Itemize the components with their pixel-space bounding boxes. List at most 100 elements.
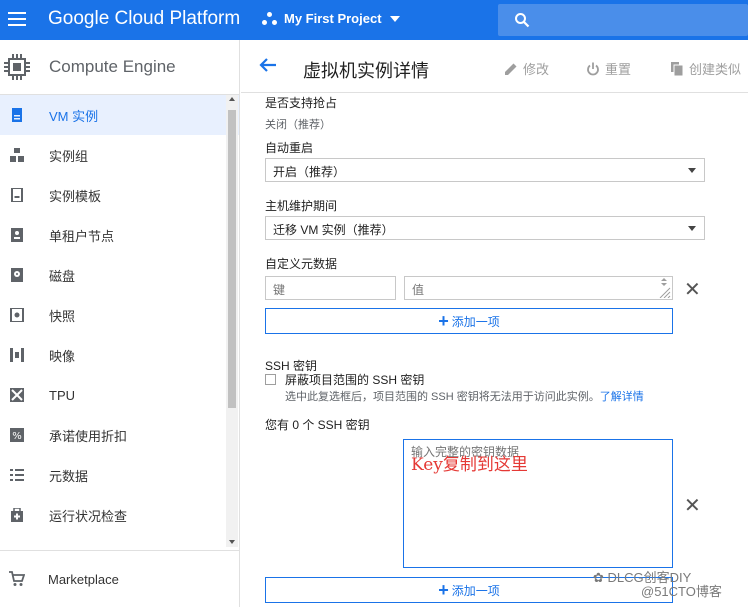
page-title: 虚拟机实例详情 [303, 61, 429, 81]
add-metadata-button[interactable]: + 添加一项 [265, 308, 673, 334]
product-title: Compute Engine [49, 57, 176, 76]
sidebar-item-label: 实例模板 [49, 188, 102, 204]
maintenance-select[interactable]: 迁移 VM 实例（推荐） [265, 216, 705, 240]
reset-button[interactable]: 重置 [586, 59, 631, 78]
resize-handle-icon[interactable] [657, 286, 671, 298]
sidebar-item-label: 快照 [49, 308, 76, 324]
power-icon [587, 62, 599, 75]
main-content: 虚拟机实例详情 修改 重置 创建类似 是否支持抢占 关闭（推荐） 自动重启 开启… [241, 40, 748, 607]
images-icon [10, 348, 24, 362]
create-similar-label: 创建类似 [689, 62, 742, 77]
sidebar-item-label: 元数据 [49, 468, 89, 484]
sidebar-item-label: TPU [49, 387, 75, 403]
sidebar-item-sole-tenant-nodes[interactable]: 单租户节点 [0, 215, 239, 255]
sidebar-item-label: 运行状况检查 [49, 508, 128, 524]
sidebar-item-label: 磁盘 [49, 268, 76, 284]
tpu-icon [10, 388, 24, 402]
menu-icon[interactable] [6, 8, 28, 30]
auto-restart-select[interactable]: 开启（推荐） [265, 158, 705, 182]
snapshots-icon [10, 308, 24, 322]
search-icon [515, 13, 530, 28]
top-app-bar: Google Cloud Platform My First Project [0, 0, 748, 40]
sidebar-item-images[interactable]: 映像 [0, 335, 239, 375]
block-project-ssh-checkbox[interactable] [265, 374, 276, 385]
sole-tenant-nodes-icon [11, 228, 23, 242]
copy-icon [671, 61, 684, 76]
dropdown-arrow-icon [688, 168, 696, 173]
cart-icon [9, 571, 25, 586]
sidebar-item-metadata[interactable]: 元数据 [0, 455, 239, 495]
preemptible-value: 关闭（推荐） [265, 119, 331, 131]
pencil-icon [505, 63, 517, 75]
sidebar-item-marketplace[interactable]: Marketplace [0, 550, 240, 607]
preemptible-label: 是否支持抢占 [265, 96, 338, 110]
remove-metadata-icon[interactable]: ✕ [684, 277, 701, 302]
project-selector[interactable]: My First Project [262, 11, 400, 26]
metadata-value-placeholder: 值 [412, 283, 425, 297]
metadata-value-input[interactable]: 值 [404, 276, 673, 300]
learn-more-link[interactable]: 了解详情 [600, 391, 644, 403]
maintenance-value: 迁移 VM 实例（推荐） [273, 223, 394, 237]
sidebar-item-label: 映像 [49, 348, 76, 364]
chevron-down-icon [389, 15, 400, 22]
sidebar-item-tpu[interactable]: TPU [0, 375, 239, 415]
sidebar-item-label: 承诺使用折扣 [49, 428, 128, 444]
sidebar-item-label: VM 实例 [49, 108, 99, 124]
metadata-key-input[interactable]: 键 [265, 276, 396, 300]
auto-restart-label: 自动重启 [265, 141, 314, 155]
sidebar-item-label: Marketplace [48, 571, 119, 587]
create-similar-button[interactable]: 创建类似 [670, 59, 741, 78]
annotation-text: Key复制到这里 [411, 455, 528, 475]
instance-groups-icon [10, 148, 24, 162]
block-hint-text: 选中此复选框后，项目范围的 SSH 密钥将无法用于访问此实例。 [285, 391, 600, 403]
vm-instances-icon [12, 108, 22, 122]
ssh-key-textarea[interactable]: 输入完整的密钥数据 Key复制到这里 [403, 439, 673, 568]
back-arrow-icon[interactable] [259, 57, 277, 73]
sidebar: Compute Engine VM 实例 实例组 实例模板 单租户节点 磁盘 快… [0, 40, 240, 607]
remove-ssh-key-icon[interactable]: ✕ [684, 493, 701, 518]
add-ssh-key-label: 添加一项 [451, 583, 500, 598]
scroll-down-icon[interactable] [229, 540, 235, 544]
sidebar-item-instance-groups[interactable]: 实例组 [0, 135, 239, 175]
brand-title[interactable]: Google Cloud Platform [48, 8, 240, 30]
sidebar-item-vm-instances[interactable]: VM 实例 [0, 95, 239, 135]
metadata-icon [10, 469, 24, 481]
scrollbar-thumb[interactable] [228, 110, 236, 408]
maintenance-label: 主机维护期间 [265, 199, 338, 213]
sidebar-item-disks[interactable]: 磁盘 [0, 255, 239, 295]
project-name: My First Project [284, 11, 382, 26]
scroll-up-icon[interactable] [229, 97, 235, 101]
watermark-line2: @51CTO博客 [641, 584, 722, 599]
block-project-ssh-hint: 选中此复选框后，项目范围的 SSH 密钥将无法用于访问此实例。了解详情 [285, 388, 644, 404]
sidebar-item-instance-templates[interactable]: 实例模板 [0, 175, 239, 215]
action-bar: 虚拟机实例详情 修改 重置 创建类似 [241, 40, 748, 93]
ssh-count-text: 您有 0 个 SSH 密钥 [265, 418, 370, 432]
sidebar-item-label: 单租户节点 [49, 228, 115, 244]
auto-restart-value: 开启（推荐） [273, 165, 346, 179]
plus-icon: + [438, 580, 449, 600]
sidebar-header: Compute Engine [0, 40, 239, 95]
reset-label: 重置 [605, 62, 632, 77]
custom-metadata-label: 自定义元数据 [265, 257, 338, 271]
search-box[interactable] [498, 4, 748, 36]
svg-text:%: % [12, 431, 22, 442]
sidebar-item-health-checks[interactable]: 运行状况检查 [0, 495, 239, 535]
project-dots-icon [262, 11, 278, 26]
wechat-icon: ✿ [593, 570, 608, 585]
committed-use-icon: % [10, 428, 24, 442]
compute-engine-icon [2, 52, 32, 82]
sidebar-scrollbar[interactable] [226, 95, 238, 547]
edit-button[interactable]: 修改 [504, 59, 549, 78]
instance-templates-icon [11, 188, 23, 202]
plus-icon: + [438, 311, 449, 331]
spinner-arrows-icon[interactable] [661, 278, 667, 286]
sidebar-item-label: 实例组 [49, 148, 89, 164]
disks-icon [11, 268, 23, 282]
sidebar-nav: VM 实例 实例组 实例模板 单租户节点 磁盘 快照 映像 TPU % 承诺使用… [0, 95, 239, 547]
sidebar-item-snapshots[interactable]: 快照 [0, 295, 239, 335]
edit-label: 修改 [523, 62, 550, 77]
block-project-ssh-label: 屏蔽项目范围的 SSH 密钥 [285, 373, 425, 387]
sidebar-item-committed-use[interactable]: % 承诺使用折扣 [0, 415, 239, 455]
add-metadata-label: 添加一项 [451, 314, 500, 329]
dropdown-arrow-icon [688, 226, 696, 231]
